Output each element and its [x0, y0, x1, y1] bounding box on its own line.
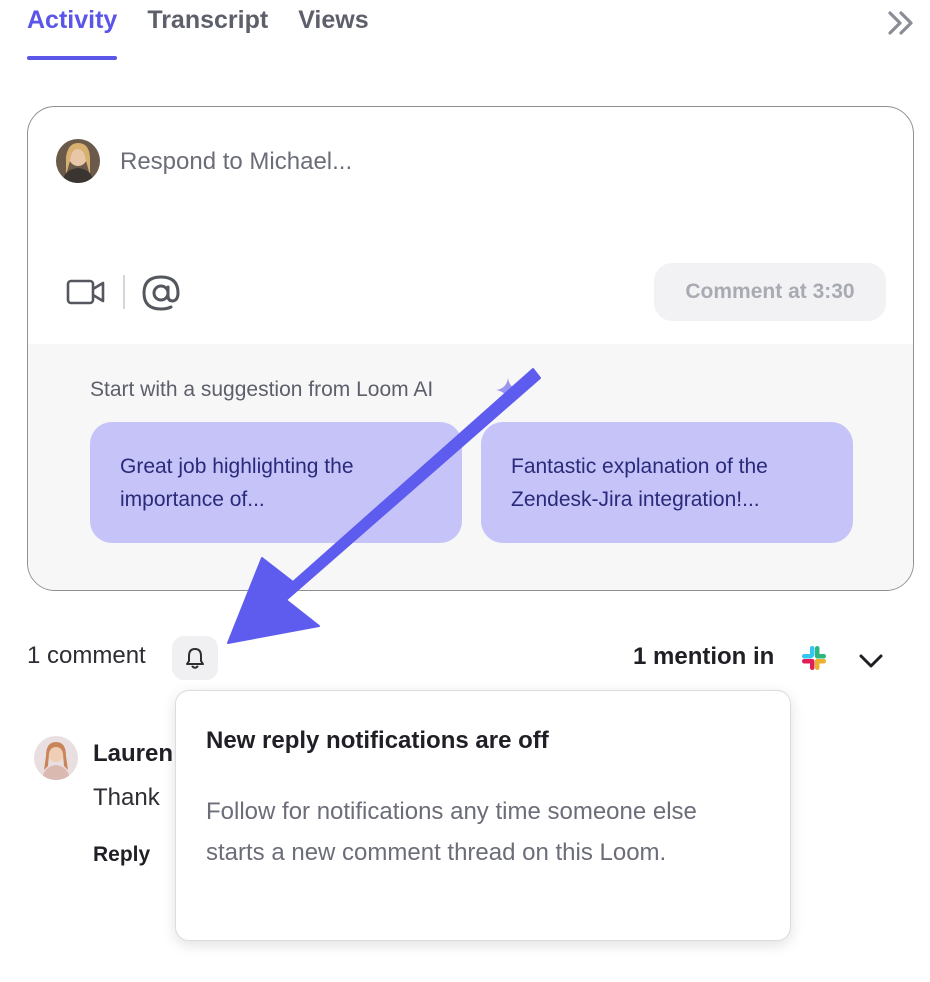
- tab-transcript[interactable]: Transcript: [147, 0, 268, 60]
- suggestion-text: Great job highlighting the: [120, 455, 354, 478]
- comment-author: Lauren: [93, 740, 174, 767]
- tab-activity[interactable]: Activity: [27, 0, 118, 60]
- mention-summary: 1 mention in: [633, 643, 775, 670]
- bell-icon: [186, 648, 204, 669]
- suggestion-text: importance of...: [120, 488, 265, 511]
- toolbar-divider: [123, 275, 125, 309]
- composer-input-area: Comment at 3:30: [28, 107, 913, 344]
- sparkle-icon: [496, 378, 520, 402]
- video-camera-icon: [66, 279, 105, 305]
- ai-suggestions: Start with a suggestion from Loom AI Gre…: [28, 344, 913, 590]
- tab-views[interactable]: Views: [298, 0, 368, 60]
- suggestion-chip[interactable]: Fantastic explanation of the Zendesk-Jir…: [481, 422, 853, 543]
- record-video-button[interactable]: [66, 275, 106, 309]
- suggestion-chip[interactable]: Great job highlighting the importance of…: [90, 422, 462, 543]
- user-avatar: [56, 139, 100, 183]
- reply-button[interactable]: Reply: [93, 843, 150, 867]
- tab-bar: Activity Transcript Views: [27, 0, 369, 64]
- chevron-down-icon: [859, 654, 883, 668]
- at-sign-icon: [142, 275, 180, 311]
- mention-button[interactable]: [140, 273, 182, 313]
- comment-composer: Comment at 3:30 Start with a suggestion …: [27, 106, 914, 591]
- popover-title: New reply notifications are off: [206, 727, 549, 754]
- comment-text: Thank: [93, 784, 160, 811]
- collapse-panel-button[interactable]: [884, 8, 918, 38]
- double-chevron-right-icon: [888, 11, 913, 35]
- commenter-avatar: [34, 736, 78, 780]
- comment-count: 1 comment: [27, 642, 146, 669]
- suggestion-text: Zendesk-Jira integration!...: [511, 488, 760, 511]
- comment-at-time-button[interactable]: Comment at 3:30: [654, 263, 886, 321]
- mention-dropdown-button[interactable]: [856, 648, 886, 674]
- popover-description: Follow for notifications any time someon…: [206, 798, 697, 866]
- notification-toggle-button[interactable]: [172, 636, 218, 680]
- slack-icon: [802, 646, 826, 670]
- comment-input[interactable]: [120, 145, 680, 179]
- notification-popover: New reply notifications are off Follow f…: [175, 690, 791, 941]
- suggestions-title: Start with a suggestion from Loom AI: [90, 378, 434, 401]
- suggestion-text: Fantastic explanation of the: [511, 455, 768, 478]
